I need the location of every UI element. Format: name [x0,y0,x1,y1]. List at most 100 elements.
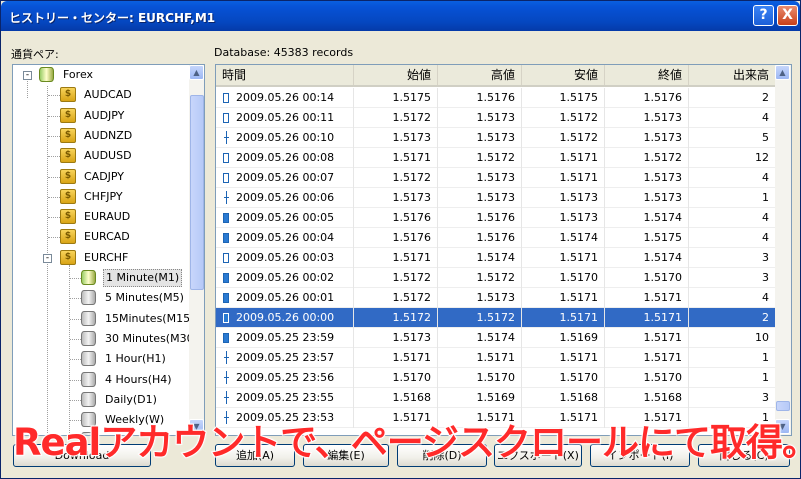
history-table[interactable]: 時間 始値 高値 安値 終値 出来高 2009.05.26 00:14 1.5175 1.51… [215,64,792,436]
scroll-thumb[interactable] [190,95,204,290]
column-header-close[interactable]: 終値 [605,65,689,85]
bearish-candle-icon [223,293,229,303]
cell-high: 1.5171 [438,348,522,368]
tree-node-label: Forex [63,68,94,81]
tree-line [70,399,81,401]
table-row[interactable]: 2009.05.26 00:05 1.5176 1.5176 1.5173 1.5174… [216,208,776,228]
cell-low: 1.5170 [522,268,605,288]
cell-open: 1.5171 [354,248,438,268]
cell-low: 1.5171 [522,168,605,188]
column-header-high[interactable]: 高値 [438,65,522,85]
currency-pairs-label: 通貨ペア: [11,48,59,61]
tree-line [70,298,81,300]
table-scrollbar[interactable] [775,65,791,435]
cell-close: 1.5171 [605,348,689,368]
close-window-button[interactable]: X [777,5,798,26]
table-row[interactable]: 2009.05.25 23:57 1.5171 1.5171 1.5171 1.5171… [216,348,776,368]
help-button[interactable]: ? [753,5,774,26]
collapse-toggle[interactable]: - [23,71,32,80]
cell-time: 2009.05.25 23:55 [216,388,354,408]
tree-node-label: AUDNZD [84,128,133,142]
cell-volume: 4 [689,228,776,248]
tree-line [48,237,60,239]
cell-high: 1.5174 [438,248,522,268]
table-row[interactable]: 2009.05.26 00:14 1.5175 1.5176 1.5175 1.5176… [216,88,776,108]
column-header-time[interactable]: 時間 [216,65,354,85]
database-icon [81,330,96,346]
cell-time: 2009.05.26 00:00 [216,308,354,328]
cell-time: 2009.05.26 00:03 [216,248,354,268]
cell-open: 1.5168 [354,388,438,408]
cell-high: 1.5176 [438,208,522,228]
cell-low: 1.5171 [522,288,605,308]
tree-line [48,176,60,178]
cell-volume: 1 [689,348,776,368]
doji-candle-icon [224,191,229,204]
tree-node-label: Daily(D1) [105,392,157,406]
scroll-up-arrow[interactable]: ▲ [775,65,790,80]
table-row[interactable]: 2009.05.26 00:02 1.5172 1.5172 1.5170 1.5170… [216,268,776,288]
cell-high: 1.5173 [438,108,522,128]
cell-low: 1.5169 [522,328,605,348]
cell-low: 1.5173 [522,188,605,208]
cell-close: 1.5171 [605,328,689,348]
dollar-coin-icon: $ [60,148,76,164]
cell-open: 1.5170 [354,368,438,388]
table-row[interactable]: 2009.05.26 00:04 1.5176 1.5176 1.5174 1.5175… [216,228,776,248]
column-header-low[interactable]: 安値 [522,65,605,85]
cell-time: 2009.05.26 00:05 [216,208,354,228]
cell-open: 1.5173 [354,188,438,208]
cell-close: 1.5176 [605,88,689,108]
doji-candle-icon [224,371,229,384]
cell-high: 1.5173 [438,128,522,148]
cell-low: 1.5171 [522,248,605,268]
column-header-open[interactable]: 始値 [354,65,438,85]
database-icon [81,391,96,407]
cell-time: 2009.05.25 23:56 [216,368,354,388]
dollar-coin-icon: $ [60,249,76,265]
dollar-coin-icon: $ [60,229,76,245]
cell-low: 1.5168 [522,388,605,408]
symbol-tree[interactable]: Forex - $ AUDCAD $ AUDJPY $ AUDNZD $ AUDUSD $ CADJP… [12,64,205,436]
tree-line [48,135,60,137]
cell-time: 2009.05.26 00:04 [216,228,354,248]
tree-node-label: AUDUSD [84,149,132,163]
table-row[interactable]: 2009.05.26 00:11 1.5172 1.5173 1.5172 1.5173… [216,108,776,128]
tree-node-label: EURCAD [84,230,130,244]
table-header: 時間 始値 高値 安値 終値 出来高 [216,65,776,87]
cell-volume: 12 [689,148,776,168]
table-row[interactable]: 2009.05.25 23:55 1.5168 1.5169 1.5168 1.5168… [216,388,776,408]
title-bar[interactable]: ヒストリー・センター: EURCHF,M1 ? X [1,1,800,31]
table-row[interactable]: 2009.05.25 23:59 1.5173 1.5174 1.5169 1.5171… [216,328,776,348]
cell-high: 1.5176 [438,228,522,248]
cell-close: 1.5173 [605,128,689,148]
cell-open: 1.5172 [354,108,438,128]
table-row[interactable]: 2009.05.26 00:10 1.5173 1.5173 1.5172 1.5173… [216,128,776,148]
cell-volume: 3 [689,388,776,408]
table-row[interactable]: 2009.05.26 00:03 1.5171 1.5174 1.5171 1.5174… [216,248,776,268]
cell-time: 2009.05.26 00:07 [216,168,354,188]
column-header-volume[interactable]: 出来高 [689,65,776,85]
cell-open: 1.5173 [354,328,438,348]
tree-line [70,338,81,340]
collapse-toggle[interactable]: - [43,253,52,263]
tree-line [48,115,60,117]
dollar-coin-icon: $ [60,107,76,123]
cell-time: 2009.05.26 00:06 [216,188,354,208]
doji-candle-icon [224,351,229,364]
cell-volume: 10 [689,328,776,348]
scroll-up-arrow[interactable]: ▲ [189,65,204,80]
database-icon [81,310,96,326]
cell-close: 1.5174 [605,208,689,228]
table-row[interactable]: 2009.05.26 00:00 1.5172 1.5172 1.5171 1.5171… [216,308,776,328]
cell-low: 1.5172 [522,108,605,128]
table-row[interactable]: 2009.05.25 23:56 1.5170 1.5170 1.5170 1.5170… [216,368,776,388]
cell-open: 1.5176 [354,208,438,228]
table-row[interactable]: 2009.05.26 00:01 1.5172 1.5173 1.5171 1.5171… [216,288,776,308]
scroll-thumb[interactable] [776,401,790,411]
table-row[interactable]: 2009.05.26 00:07 1.5172 1.5173 1.5171 1.5173… [216,168,776,188]
bullish-candle-icon [223,93,229,103]
dollar-coin-icon: $ [60,127,76,143]
table-row[interactable]: 2009.05.26 00:08 1.5171 1.5172 1.5171 1.5172… [216,148,776,168]
table-row[interactable]: 2009.05.26 00:06 1.5173 1.5173 1.5173 1.5173… [216,188,776,208]
